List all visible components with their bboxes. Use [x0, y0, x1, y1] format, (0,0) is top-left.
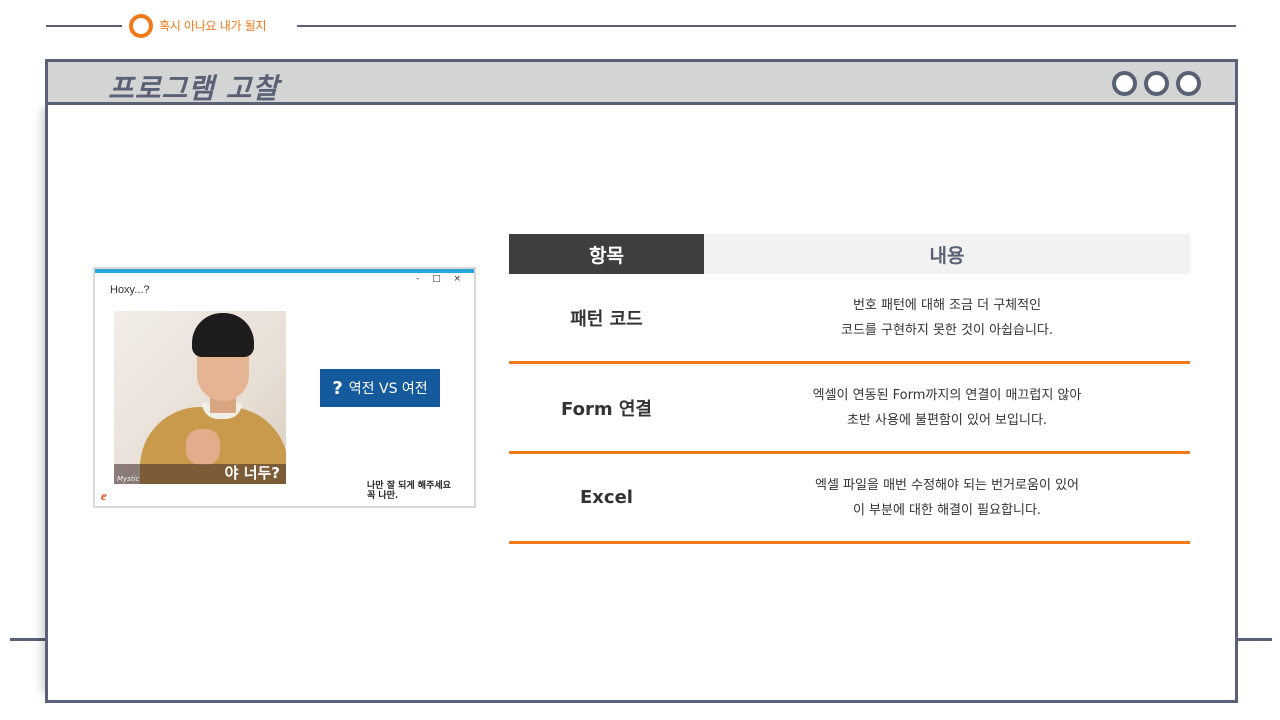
header-item: 항목	[509, 234, 704, 274]
row-item: Excel	[580, 487, 633, 508]
row-content: 엑셀이 연동된 Form까지의 연결이 매끄럽지 않아 초반 사용에 불편함이 …	[704, 364, 1190, 451]
vs-button-label: 역전 VS 여전	[348, 381, 428, 397]
row-item: Form 연결	[561, 398, 652, 420]
window-titlebar: 프로그램 고찰	[48, 62, 1235, 105]
row-content-line2: 코드를 구현하지 못한 것이 아쉽습니다.	[840, 322, 1054, 338]
circle-icon	[129, 14, 153, 38]
row-content-line2: 초반 사용에 불편함이 있어 보입니다.	[846, 412, 1048, 428]
program-window-controls: - □ ×	[415, 274, 466, 284]
question-icon: ?	[332, 377, 343, 399]
photo-hand	[186, 429, 220, 465]
row-item: 패턴 코드	[570, 308, 643, 330]
window-dot-2-icon	[1144, 71, 1169, 96]
table-header: 항목 내용	[509, 234, 1190, 274]
program-screenshot: - □ × Hoxy...? Mystic 야 너두? ? 역전 VS 여전 나…	[93, 267, 476, 508]
table-row: Form 연결 엑셀이 연동된 Form까지의 연결이 매끄럽지 않아 초반 사…	[509, 364, 1190, 454]
window-title: 프로그램 고찰	[108, 72, 280, 105]
header-label: 혹시 아나요 내가 될지	[159, 19, 267, 33]
program-note: 나만 잘 되게 해주세요 꼭 나만.	[367, 481, 451, 501]
side-line-right	[1234, 638, 1272, 641]
program-note-line2: 꼭 나만.	[367, 491, 399, 501]
row-content-line2: 이 부분에 대한 해결이 필요합니다.	[852, 502, 1042, 518]
header-line-left	[46, 25, 122, 27]
program-photo: Mystic 야 너두?	[114, 311, 286, 484]
table-row: 패턴 코드 번호 패턴에 대해 조금 더 구체적인 코드를 구현하지 못한 것이…	[509, 274, 1190, 364]
program-title: Hoxy...?	[110, 284, 150, 296]
row-content-line1: 엑셀 파일을 매번 수정해야 되는 번거로움이 있어	[815, 477, 1079, 493]
header-line-right	[297, 25, 1236, 27]
row-content: 엑셀 파일을 매번 수정해야 되는 번거로움이 있어 이 부분에 대한 해결이 …	[704, 454, 1190, 541]
program-titlebar-accent	[95, 269, 474, 273]
photo-hair	[192, 313, 254, 357]
header-content: 내용	[704, 234, 1190, 274]
program-note-line1: 나만 잘 되게 해주세요	[367, 481, 451, 491]
row-content: 번호 패턴에 대해 조금 더 구체적인 코드를 구현하지 못한 것이 아쉽습니다…	[704, 274, 1190, 361]
review-table: 항목 내용 패턴 코드 번호 패턴에 대해 조금 더 구체적인 코드를 구현하지…	[509, 234, 1190, 544]
photo-caption-bar: Mystic 야 너두?	[114, 464, 286, 484]
photo-watermark: Mystic	[117, 475, 140, 483]
photo-caption: 야 너두?	[224, 464, 280, 482]
row-content-line1: 번호 패턴에 대해 조금 더 구체적인	[852, 297, 1042, 313]
row-content-line1: 엑셀이 연동된 Form까지의 연결이 매끄럽지 않아	[812, 387, 1082, 403]
window-dot-3-icon	[1176, 71, 1201, 96]
window-dot-1-icon	[1112, 71, 1137, 96]
vs-button[interactable]: ? 역전 VS 여전	[320, 369, 440, 407]
browser-e-icon: e	[101, 488, 107, 503]
table-row: Excel 엑셀 파일을 매번 수정해야 되는 번거로움이 있어 이 부분에 대…	[509, 454, 1190, 544]
